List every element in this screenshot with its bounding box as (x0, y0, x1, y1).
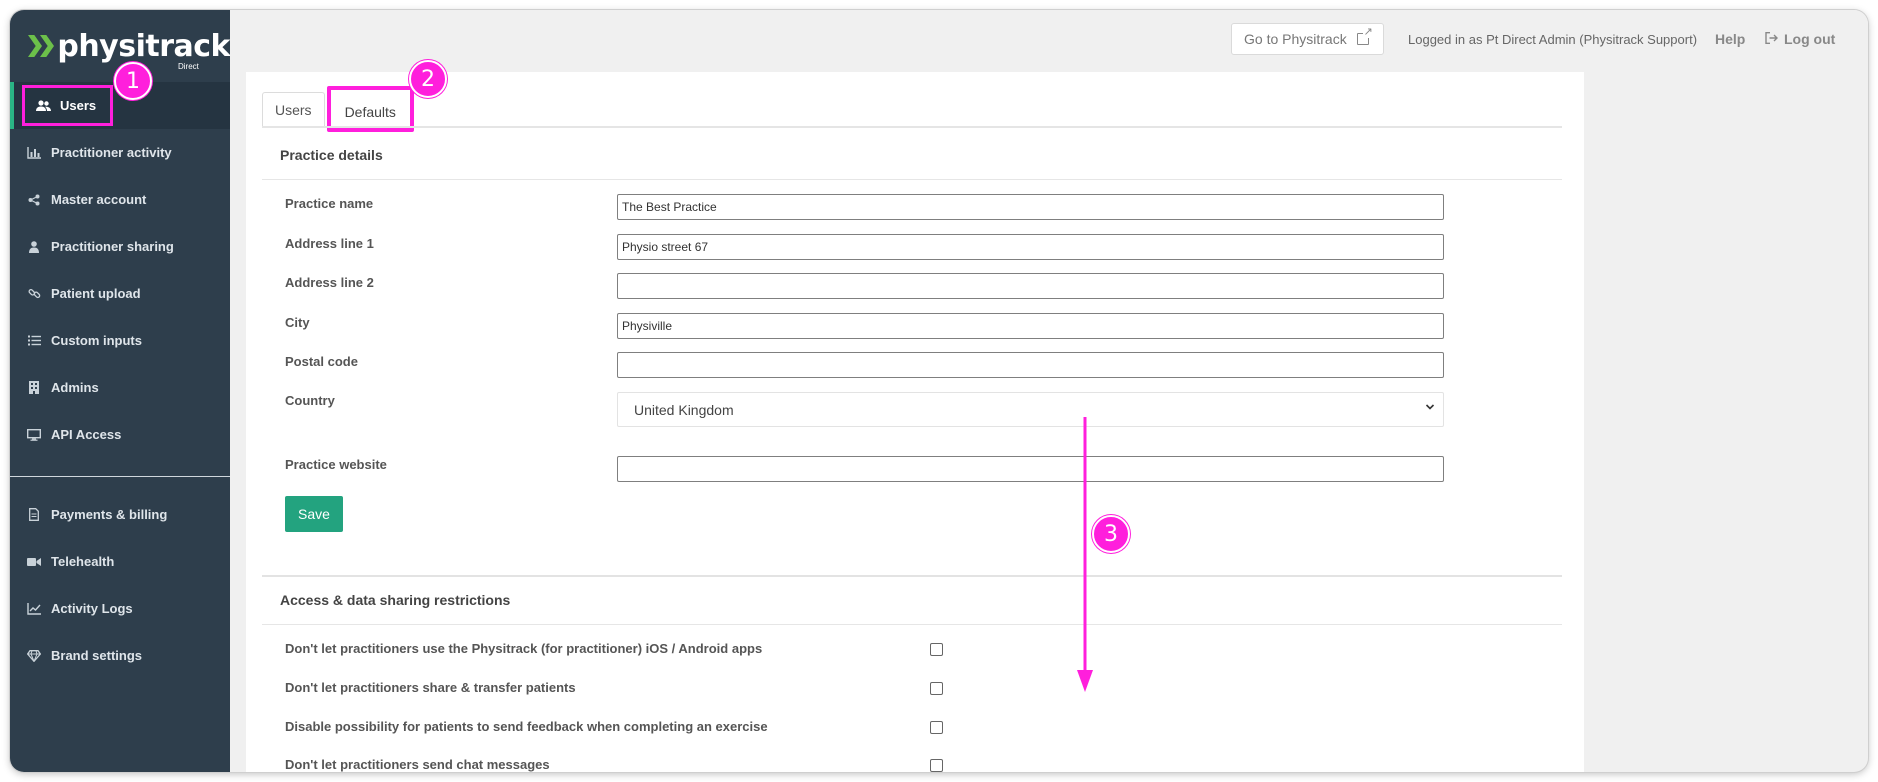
section-divider (262, 624, 1562, 625)
user-icon (26, 240, 42, 254)
tab-users[interactable]: Users (262, 92, 325, 126)
postal-code-label: Postal code (285, 354, 358, 369)
annotation-badge-2: 2 (409, 60, 447, 98)
sidebar-item-label: API Access (51, 427, 122, 442)
video-icon (26, 555, 42, 569)
sidebar-item-label: Practitioner sharing (51, 239, 174, 254)
link-icon (26, 287, 42, 301)
sidebar: physitrack Direct Users Practitioner act… (10, 10, 230, 772)
sidebar-item-patient-upload[interactable]: Patient upload (10, 270, 230, 317)
sidebar-item-label: Custom inputs (51, 333, 142, 348)
tab-underline (262, 126, 1562, 128)
sidebar-item-label: Admins (51, 380, 99, 395)
top-bar: Go to Physitrack Logged in as Pt Direct … (230, 10, 1868, 72)
country-selected-value: United Kingdom (634, 401, 734, 418)
chevron-down-icon (1425, 404, 1435, 410)
tab-label: Users (275, 101, 312, 118)
restriction-label: Don't let practitioners use the Physitra… (285, 641, 763, 656)
address-line-1-input[interactable] (617, 234, 1444, 260)
annotation-badge-3: 3 (1092, 515, 1130, 553)
sidebar-item-label: Brand settings (51, 648, 143, 663)
building-icon (26, 381, 42, 395)
main-panel: Users Defaults Practice details Practice… (246, 72, 1584, 772)
sidebar-item-admins[interactable]: Admins (10, 364, 230, 411)
sidebar-item-master-account[interactable]: Master account (10, 176, 230, 223)
sidebar-divider (10, 476, 230, 477)
tab-bar: Users Defaults (262, 86, 416, 132)
address-line-2-label: Address line 2 (285, 275, 374, 290)
sidebar-item-activity-logs[interactable]: Activity Logs (10, 585, 230, 632)
list-icon (26, 334, 42, 348)
practice-website-label: Practice website (285, 457, 387, 472)
section-divider (262, 575, 1562, 577)
sidebar-item-label: Users (60, 98, 97, 113)
restriction-label: Don't let practitioners share & transfer… (285, 680, 576, 695)
share-icon (26, 193, 42, 207)
go-to-physitrack-button[interactable]: Go to Physitrack (1231, 23, 1384, 55)
annotation-badge-1: 1 (114, 62, 152, 100)
city-label: City (285, 315, 310, 330)
save-button[interactable]: Save (285, 496, 343, 532)
physitrack-chevron-icon (28, 33, 53, 59)
sidebar-item-custom-inputs[interactable]: Custom inputs (10, 317, 230, 364)
section-divider (262, 179, 1562, 180)
restriction-feedback-checkbox[interactable] (930, 721, 943, 734)
sidebar-item-practitioner-sharing[interactable]: Practitioner sharing (10, 223, 230, 270)
diamond-icon (26, 649, 42, 663)
go-to-physitrack-label: Go to Physitrack (1244, 31, 1347, 47)
practice-name-label: Practice name (285, 196, 374, 211)
monitor-icon (26, 428, 42, 442)
restriction-apps-checkbox[interactable] (930, 643, 943, 656)
country-select[interactable]: United Kingdom (617, 392, 1444, 427)
help-link[interactable]: Help (1715, 31, 1745, 47)
logout-icon (1765, 31, 1778, 47)
sidebar-item-brand-settings[interactable]: Brand settings (10, 632, 230, 679)
restriction-label: Disable possibility for patients to send… (285, 719, 768, 734)
restriction-chat-checkbox[interactable] (930, 759, 943, 772)
restriction-share-checkbox[interactable] (930, 682, 943, 695)
logout-link[interactable]: Log out (1765, 31, 1835, 47)
city-input[interactable] (617, 313, 1444, 339)
sidebar-item-label: Patient upload (51, 286, 141, 301)
annotation-highlight-users: Users (22, 85, 114, 126)
tab-label: Defaults (344, 104, 396, 120)
external-link-icon (1356, 26, 1373, 45)
practice-name-input[interactable] (617, 194, 1444, 220)
access-restrictions-title: Access & data sharing restrictions (280, 592, 511, 608)
sidebar-item-payments-billing[interactable]: Payments & billing (10, 491, 230, 538)
postal-code-input[interactable] (617, 352, 1444, 378)
country-label: Country (285, 393, 335, 408)
sidebar-item-label: Practitioner activity (51, 145, 172, 160)
sidebar-item-label: Telehealth (51, 554, 115, 569)
address-line-1-label: Address line 1 (285, 236, 374, 251)
document-icon (26, 508, 42, 522)
line-chart-icon (26, 602, 42, 616)
sidebar-item-telehealth[interactable]: Telehealth (10, 538, 230, 585)
brand-name: physitrack (57, 28, 230, 64)
sidebar-item-label: Master account (51, 192, 147, 207)
logout-label: Log out (1784, 31, 1836, 47)
brand-sub: Direct (178, 62, 199, 71)
sidebar-item-label: Payments & billing (51, 507, 168, 522)
sidebar-item-practitioner-activity[interactable]: Practitioner activity (10, 129, 230, 176)
sidebar-item-label: Activity Logs (51, 601, 133, 616)
logged-in-status: Logged in as Pt Direct Admin (Physitrack… (1408, 32, 1698, 47)
app-window: physitrack Direct Users Practitioner act… (10, 10, 1868, 772)
practice-details-title: Practice details (280, 147, 383, 163)
address-line-2-input[interactable] (617, 273, 1444, 299)
restriction-label: Don't let practitioners send chat messag… (285, 757, 550, 772)
practice-website-input[interactable] (617, 456, 1444, 482)
sidebar-item-api-access[interactable]: API Access (10, 411, 230, 458)
bar-chart-icon (26, 146, 42, 160)
users-icon (35, 99, 51, 113)
